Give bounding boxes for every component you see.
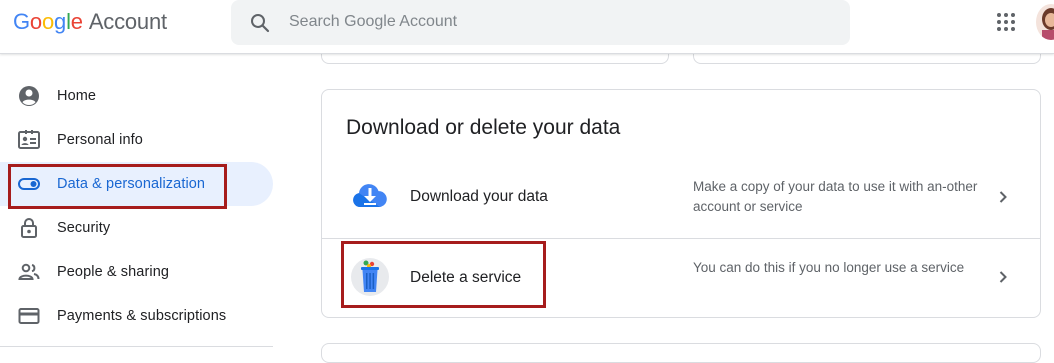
apps-grid-icon[interactable] [994,10,1018,34]
lock-icon [21,218,37,238]
cloud-download-icon [353,184,387,207]
delete-service-row[interactable]: Delete a service You can do this if you … [322,238,1040,318]
toggle-icon [18,178,40,190]
sidebar-item-label: Payments & subscriptions [57,308,227,324]
row-title: Delete a service [410,269,522,286]
logo-account-text: Account [88,9,167,34]
search-icon[interactable] [248,11,272,35]
sidebar-item-label: Data & personalization [57,176,206,192]
credit-card-icon [18,308,40,324]
sidebar-item-label: People & sharing [57,264,170,280]
top-bar: Google Account [0,0,1054,54]
card-below [321,343,1041,363]
sidebar-item-data-personalization[interactable]: Data & personalization [0,162,273,206]
sidebar-item-people-sharing[interactable]: People & sharing [0,250,273,294]
sidebar-item-label: Home [57,88,97,104]
chevron-right-icon [999,191,1007,203]
download-delete-card: Download or delete your data Download yo… [321,89,1041,318]
account-circle-icon [19,86,39,106]
card-title: Download or delete your data [346,116,621,139]
sidebar-item-security[interactable]: Security [0,206,273,250]
row-title: Download your data [410,188,548,205]
trash-bin-icon [351,258,389,296]
sidebar-item-label: Personal info [57,132,143,148]
avatar[interactable] [1036,4,1054,40]
people-icon [18,263,40,280]
chevron-right-icon [999,271,1007,283]
sidebar-item-home[interactable]: Home [0,74,273,118]
search-input[interactable] [289,10,829,34]
download-data-row[interactable]: Download your data Make a copy of your d… [322,157,1040,237]
search-bar[interactable] [231,0,850,45]
sidebar-item-payments-subscriptions[interactable]: Payments & subscriptions [0,294,273,338]
row-description: Make a copy of your data to use it with … [693,179,978,214]
sidebar-divider [0,346,273,347]
sidebar-item-personal-info[interactable]: Personal info [0,118,273,162]
google-account-logo[interactable]: Google Account [13,9,167,35]
id-card-icon [18,130,40,149]
sidebar-item-label: Security [57,220,111,236]
row-description: You can do this if you no longer use a s… [693,260,965,275]
